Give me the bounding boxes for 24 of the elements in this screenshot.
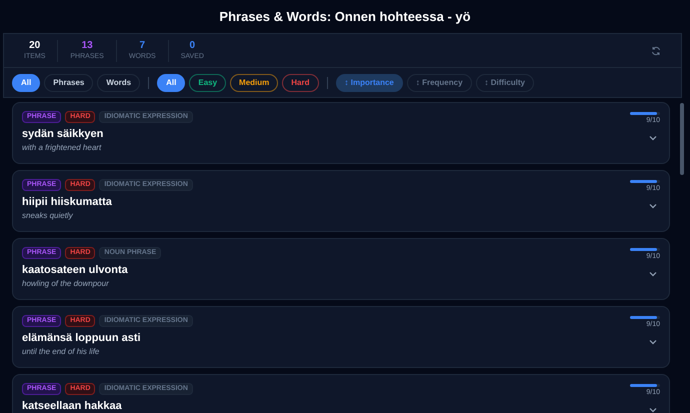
stat-value: 13: [82, 40, 93, 52]
phrase-term: kaatosateen ulvonta: [22, 263, 129, 277]
difficulty-filter-chip[interactable]: Medium: [230, 74, 278, 92]
phrase-translation: with a frightened heart: [22, 143, 102, 153]
sort-option-chip[interactable]: ↕ Frequency: [406, 74, 472, 92]
window-title: Phrases & Words: Onnen hohteessa - yö: [219, 8, 471, 26]
difficulty-filter-chip[interactable]: Easy: [189, 74, 226, 92]
refresh-icon[interactable]: [651, 46, 661, 56]
phrase-translation: sneaks quietly: [22, 211, 74, 221]
type-filter-chip[interactable]: All: [12, 74, 40, 92]
phrase-term: elämänsä loppuun asti: [22, 331, 142, 345]
difficulty-filter-chip[interactable]: Hard: [282, 74, 319, 92]
stat-value: 0: [190, 40, 196, 52]
phrase-translation: until the end of his life: [22, 347, 100, 357]
phrase-term: sydän säikkyen: [22, 127, 104, 141]
phrase-term: hiipii hiiskumatta: [22, 195, 113, 209]
sort-option-chip[interactable]: ↕ Difficulty: [476, 74, 534, 92]
phrase-term: katseellaan hakkaa: [22, 399, 123, 413]
stat-value: 7: [140, 40, 146, 52]
difficulty-filter-chip[interactable]: All: [157, 74, 186, 92]
type-filter-chip[interactable]: Phrases: [44, 74, 94, 92]
type-filter-chip[interactable]: Words: [97, 74, 140, 92]
phrase-translation: howling of the downpour: [22, 279, 110, 289]
stat-value: 20: [29, 40, 40, 52]
